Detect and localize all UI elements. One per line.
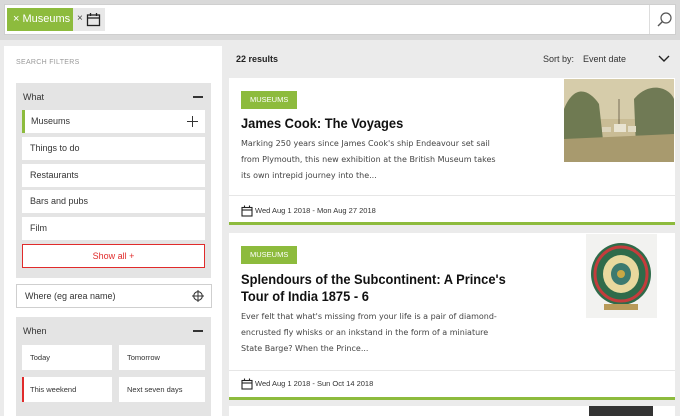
desc-line: Marking 250 years since James Cook's shi… bbox=[241, 139, 490, 148]
search-divider bbox=[649, 5, 650, 34]
title-line: Splendours of the Subcontinent: A Prince… bbox=[241, 271, 506, 287]
when-heading: When bbox=[23, 326, 47, 336]
card-title[interactable]: James Cook: The Voyages bbox=[241, 115, 403, 132]
close-icon[interactable]: × bbox=[77, 13, 83, 24]
event-date: Wed Aug 1 2018 - Mon Aug 27 2018 bbox=[255, 206, 376, 215]
event-image[interactable] bbox=[589, 406, 653, 416]
calendar-icon bbox=[241, 205, 253, 217]
desc-line: Ever felt that what's missing from your … bbox=[241, 312, 497, 321]
desc-line: State Barge? When the Prince... bbox=[241, 344, 369, 353]
event-date: Wed Aug 1 2018 - Sun Oct 14 2018 bbox=[255, 379, 374, 388]
result-card[interactable]: MUSEUMS James Cook: The Voyages Marking … bbox=[229, 78, 675, 225]
minus-icon[interactable] bbox=[193, 96, 203, 98]
desc-line: from Plymouth, this new exhibition at th… bbox=[241, 155, 496, 164]
card-description: Ever felt that what's missing from your … bbox=[241, 309, 533, 357]
search-filters-panel: SEARCH FILTERS What Museums Things to do… bbox=[4, 46, 222, 416]
chevron-down-icon[interactable] bbox=[658, 55, 670, 63]
category-badge[interactable]: MUSEUMS bbox=[241, 91, 298, 109]
results-count: 22 results bbox=[236, 54, 279, 64]
card-divider bbox=[229, 195, 675, 196]
calendar-icon bbox=[86, 13, 101, 27]
search-bar: × Museums × bbox=[0, 0, 680, 40]
title-line: Tour of India 1875 - 6 bbox=[241, 288, 369, 304]
what-option-label: Film bbox=[30, 223, 47, 233]
what-option-museums[interactable]: Museums bbox=[22, 110, 205, 133]
minus-icon[interactable] bbox=[193, 330, 203, 332]
calendar-icon bbox=[241, 378, 253, 390]
filter-chip-date[interactable]: × bbox=[73, 8, 105, 31]
category-badge[interactable]: MUSEUMS bbox=[241, 246, 298, 264]
what-option-label: Things to do bbox=[30, 143, 80, 153]
what-option-label: Restaurants bbox=[30, 170, 79, 180]
card-title[interactable]: Splendours of the Subcontinent: A Prince… bbox=[241, 271, 506, 305]
what-option-bars-and-pubs[interactable]: Bars and pubs bbox=[22, 190, 205, 213]
show-all-button[interactable]: Show all + bbox=[22, 244, 205, 268]
result-card[interactable]: MUSEUMS Splendours of the Subcontinent: … bbox=[229, 233, 675, 400]
event-image[interactable] bbox=[564, 79, 674, 162]
when-option-this-weekend[interactable]: This weekend bbox=[22, 377, 112, 402]
what-option-label: Bars and pubs bbox=[30, 196, 89, 206]
what-option-things-to-do[interactable]: Things to do bbox=[22, 137, 205, 160]
what-option-film[interactable]: Film bbox=[22, 217, 205, 240]
when-option-tomorrow[interactable]: Tomorrow bbox=[119, 345, 205, 370]
what-filter-section: What Museums Things to do Restaurants Ba… bbox=[16, 83, 211, 278]
desc-line: encrusted fly whisks or an inkstand in t… bbox=[241, 328, 489, 337]
target-icon[interactable] bbox=[192, 290, 204, 302]
what-heading: What bbox=[23, 92, 45, 102]
what-option-restaurants[interactable]: Restaurants bbox=[22, 164, 205, 187]
card-description: Marking 250 years since James Cook's shi… bbox=[241, 136, 533, 184]
event-image[interactable] bbox=[586, 234, 657, 318]
where-field[interactable]: Where (eg area name) bbox=[16, 284, 212, 308]
plus-icon[interactable] bbox=[187, 116, 198, 127]
desc-line: its own intrepid journey into the... bbox=[241, 171, 377, 180]
sort-label: Sort by: bbox=[543, 54, 575, 64]
when-option-today[interactable]: Today bbox=[22, 345, 112, 370]
filter-chip-museums[interactable]: × Museums bbox=[7, 8, 77, 31]
when-option-next-seven-days[interactable]: Next seven days bbox=[119, 377, 205, 402]
card-divider bbox=[229, 370, 675, 371]
where-placeholder: Where (eg area name) bbox=[25, 291, 116, 301]
search-icon[interactable] bbox=[653, 9, 675, 31]
search-input[interactable]: × Museums × bbox=[4, 4, 676, 35]
sort-select[interactable]: Event date bbox=[583, 54, 626, 64]
when-filter-section: When Today Tomorrow This weekend Next se… bbox=[16, 317, 211, 416]
what-option-label: Museums bbox=[31, 116, 71, 126]
filters-title: SEARCH FILTERS bbox=[16, 59, 80, 66]
